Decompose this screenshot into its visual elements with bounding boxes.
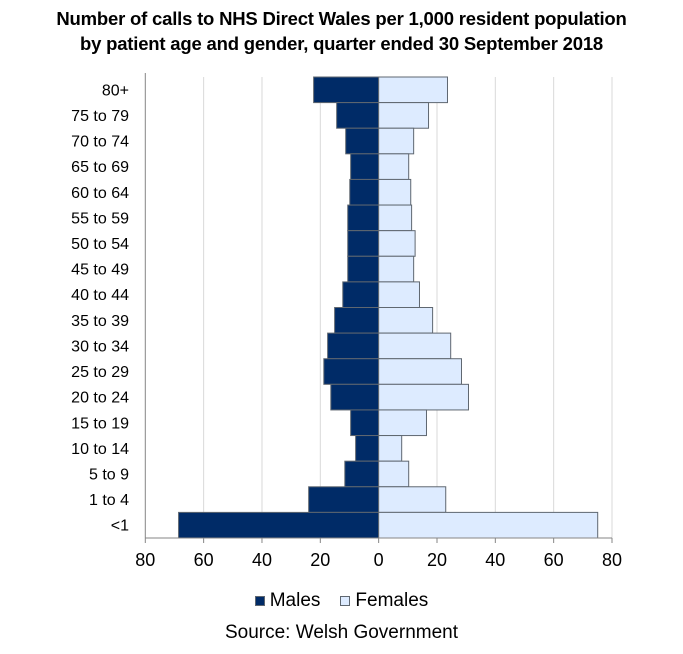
legend-swatch-females [340,596,351,606]
x-tick-label: 80 [135,550,155,570]
legend-label-males: Males [269,590,321,611]
bar-females [378,255,415,283]
bar-females [378,383,469,411]
y-tick-label: 55 to 59 [71,210,129,227]
bar-females [378,153,410,180]
x-tick-label: 20 [310,550,330,570]
x-axis-tick-labels: 80 60 40 20 0 20 40 60 80 [135,550,622,570]
y-tick-label: 1 to 4 [89,492,129,509]
bar-males [350,409,380,437]
bar-females [378,127,415,155]
bar-males [323,358,380,385]
y-tick-label: 80+ [102,82,129,99]
bar-males [336,102,380,129]
x-tick-label: 40 [485,550,505,570]
bar-males [347,204,380,232]
y-tick-label: 5 to 9 [89,466,129,483]
legend: Males Females [0,588,683,614]
legend-item-females: Females [340,590,428,612]
y-tick-label: 60 to 64 [71,185,129,202]
bar-males [345,127,380,155]
bar-females [378,76,448,104]
y-tick-label: 45 to 49 [71,262,129,279]
bar-males [347,230,380,257]
bar-females [378,204,413,232]
y-tick-label: 35 to 39 [71,313,129,330]
x-tick-label: 0 [374,550,384,570]
bar-males [350,153,380,180]
bar-females [378,230,416,257]
bar-females [378,435,403,462]
bar-males [308,486,380,513]
bar-females [378,178,412,206]
bar-males [334,307,380,334]
legend-item-males: Males [254,590,321,612]
bar-males [178,511,380,539]
bar-females [378,358,462,385]
bar-males [342,281,380,308]
bar-females [378,307,434,334]
bar-females [378,281,420,308]
y-tick-label: 25 to 29 [71,364,129,381]
legend-label-females: Females [355,590,429,611]
bar-females [378,511,599,539]
x-tick-label: 80 [602,550,622,570]
y-tick-label: 70 to 74 [71,134,129,151]
bar-males [330,383,380,411]
x-tick-label: 20 [427,550,447,570]
bar-females [378,486,447,513]
x-tick-label: 60 [194,550,214,570]
y-tick-label: <1 [111,518,129,535]
y-axis-category-labels: 80+ 75 to 79 70 to 74 65 to 69 60 to 64 55 to… [71,82,129,534]
bar-males [349,178,380,206]
y-tick-label: 40 to 44 [71,287,129,304]
bar-females [378,409,427,437]
y-tick-label: 30 to 34 [71,338,129,355]
legend-swatch-males [254,596,265,606]
y-tick-label: 75 to 79 [71,108,129,125]
y-tick-label: 50 to 54 [71,236,129,253]
x-tick-label: 40 [252,550,272,570]
bar-females [378,332,452,360]
bar-males [355,435,380,462]
bar-males [327,332,380,360]
y-tick-label: 65 to 69 [71,159,129,176]
bar-females [378,460,410,488]
bar-males [344,460,380,488]
bars [178,76,599,539]
y-tick-label: 10 to 14 [71,441,129,458]
y-tick-label: 20 to 24 [71,390,129,407]
bar-males [313,76,380,104]
x-tick-label: 60 [544,550,564,570]
population-pyramid-chart: 80 60 40 20 0 20 40 60 80 80+ 75 to 79 70 to 74 65 … [71,73,622,570]
bar-females [378,102,430,129]
bar-males [347,255,380,283]
source-note: Source: Welsh Government [224,622,459,643]
y-tick-label: 15 to 19 [71,415,129,432]
